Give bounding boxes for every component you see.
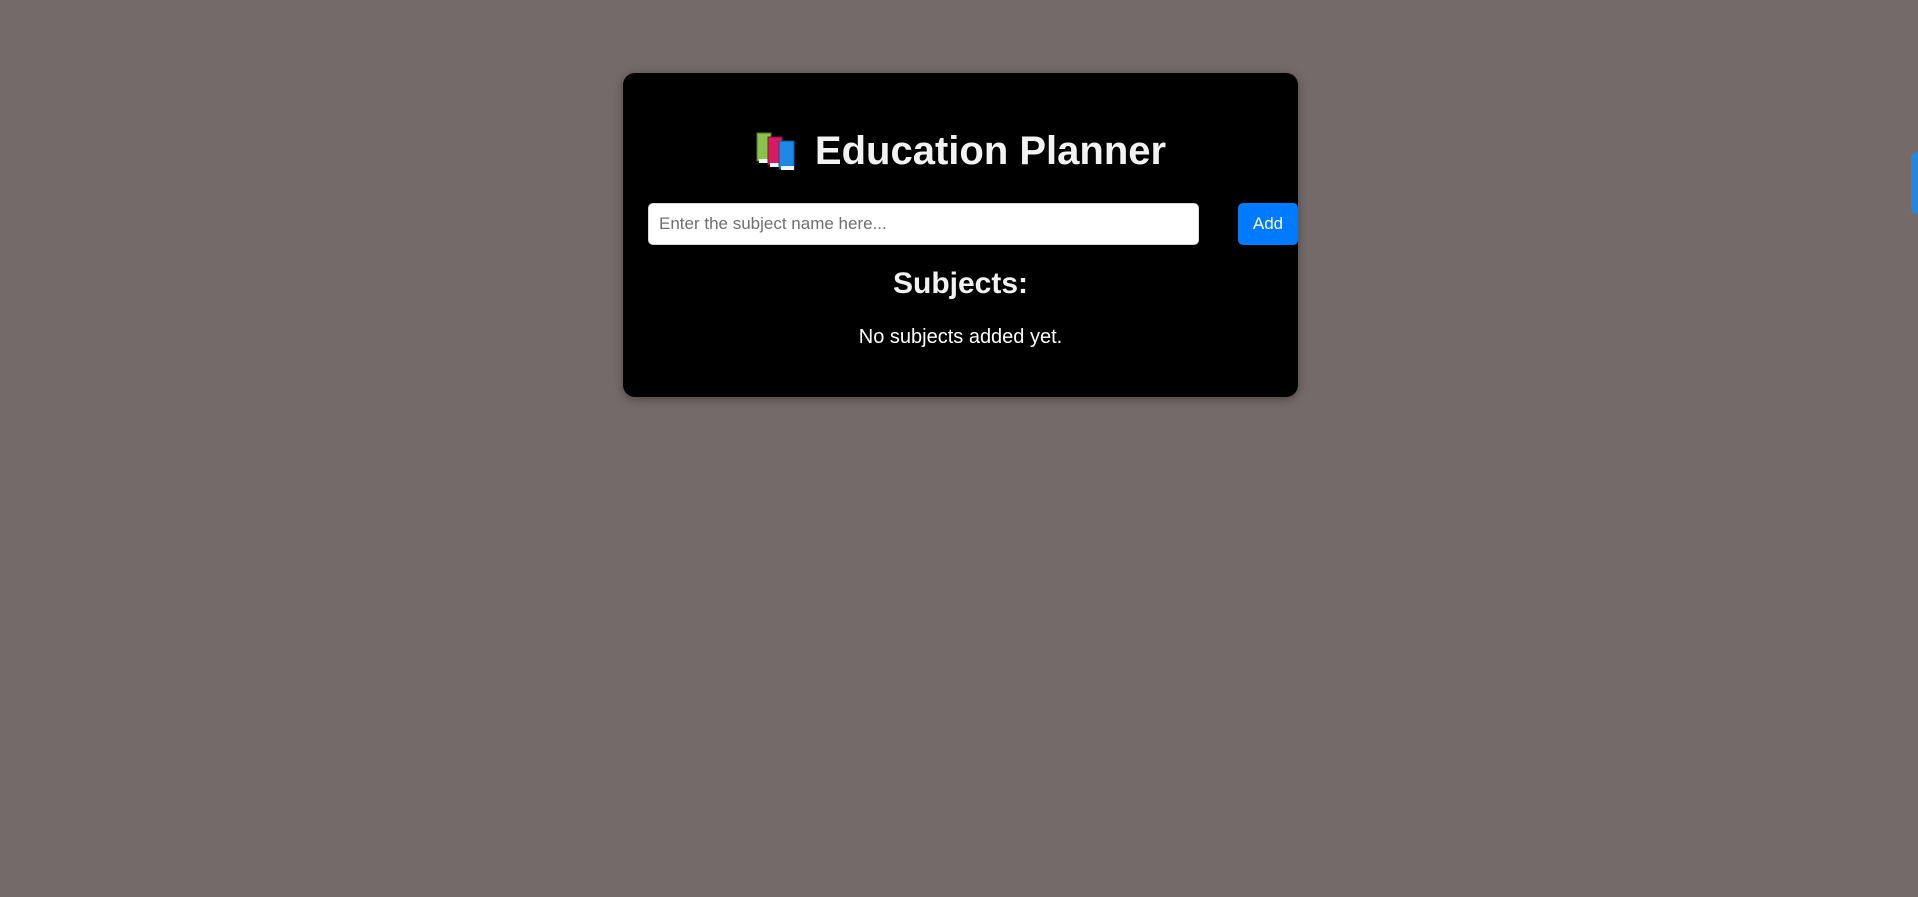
page-title-text: Education Planner bbox=[814, 129, 1167, 173]
add-subject-form: Add bbox=[648, 203, 1298, 245]
subject-input[interactable] bbox=[648, 203, 1199, 245]
side-edge-tab[interactable] bbox=[1911, 152, 1918, 214]
add-button[interactable]: Add bbox=[1238, 203, 1298, 245]
page-title: Education Planner bbox=[623, 127, 1298, 175]
planner-card: Education Planner Add Subjects: No subje… bbox=[623, 73, 1298, 397]
books-icon bbox=[755, 131, 799, 171]
page: Education Planner Add Subjects: No subje… bbox=[0, 0, 1918, 897]
empty-subjects-message: No subjects added yet. bbox=[858, 326, 1063, 348]
subjects-heading: Subjects: bbox=[892, 267, 1029, 300]
